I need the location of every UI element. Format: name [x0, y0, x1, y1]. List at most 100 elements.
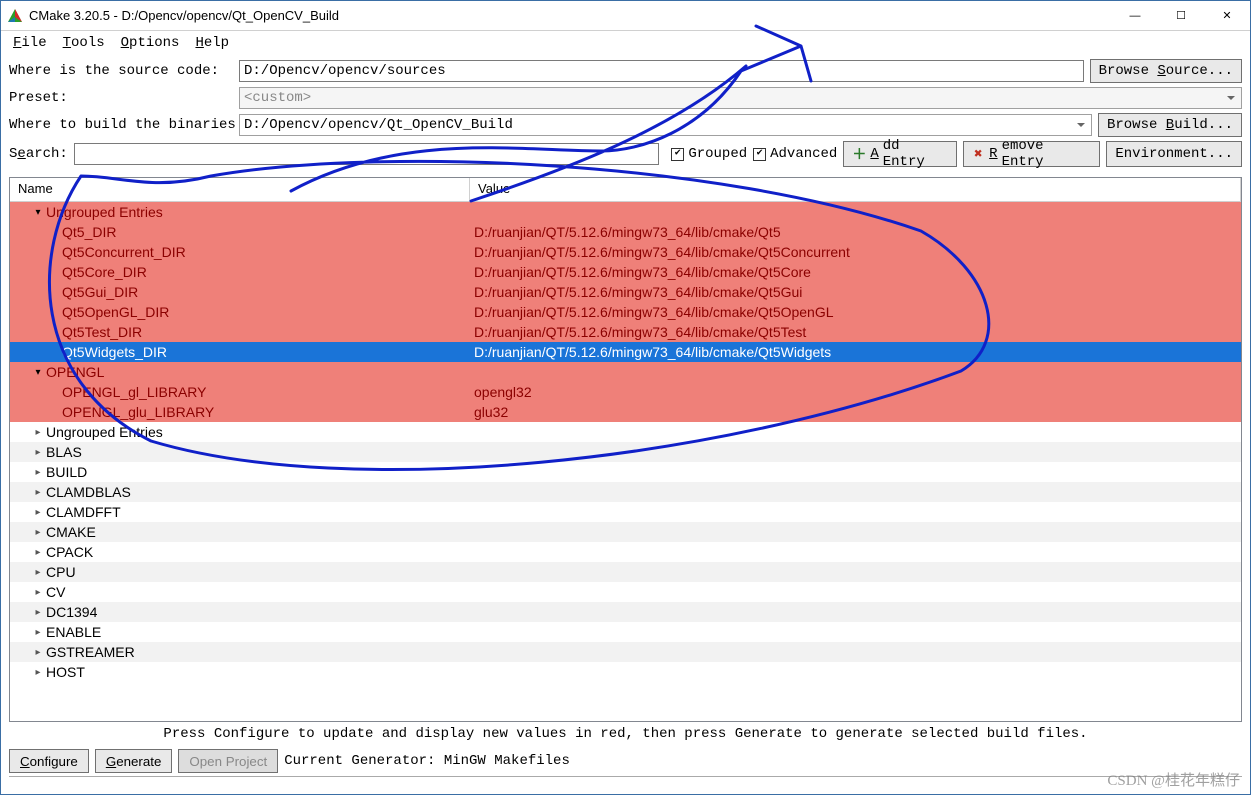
entry-name: CLAMDFFT [46, 504, 121, 520]
search-label: Search: [9, 146, 68, 162]
group-BLAS[interactable]: BLAS [10, 442, 1241, 462]
entry-name: Qt5Gui_DIR [62, 284, 138, 300]
entry-name: Ungrouped Entries [46, 204, 163, 220]
entry-value: D:/ruanjian/QT/5.12.6/mingw73_64/lib/cma… [470, 284, 1241, 300]
expand-caret-icon[interactable] [30, 527, 46, 538]
source-label: Where is the source code: [9, 63, 233, 79]
group-opengl[interactable]: OPENGL [10, 362, 1241, 382]
group-CMAKE[interactable]: CMAKE [10, 522, 1241, 542]
group-ungrouped-new[interactable]: Ungrouped Entries [10, 202, 1241, 222]
entry-name: CV [46, 584, 65, 600]
group-DC1394[interactable]: DC1394 [10, 602, 1241, 622]
source-path-input[interactable]: D:/Opencv/opencv/sources [239, 60, 1084, 82]
expand-caret-icon[interactable] [30, 427, 46, 438]
expand-caret-icon[interactable] [30, 607, 46, 618]
search-input[interactable] [74, 143, 659, 165]
expand-caret-icon[interactable] [30, 647, 46, 658]
expand-caret-icon[interactable] [30, 507, 46, 518]
entry-Qt5Gui_DIR[interactable]: Qt5Gui_DIR D:/ruanjian/QT/5.12.6/mingw73_… [10, 282, 1241, 302]
entry-Qt5Concurrent_DIR[interactable]: Qt5Concurrent_DIR D:/ruanjian/QT/5.12.6/m… [10, 242, 1241, 262]
entry-Qt5_DIR[interactable]: Qt5_DIR D:/ruanjian/QT/5.12.6/mingw73_64/… [10, 222, 1241, 242]
column-name-header[interactable]: Name [10, 178, 470, 201]
group-CLAMDBLAS[interactable]: CLAMDBLAS [10, 482, 1241, 502]
entry-name: CPU [46, 564, 76, 580]
expand-caret-icon[interactable] [30, 467, 46, 478]
menu-file[interactable]: File [7, 33, 53, 53]
entry-name: ENABLE [46, 624, 101, 640]
entry-value: D:/ruanjian/QT/5.12.6/mingw73_64/lib/cma… [470, 224, 1241, 240]
entry-Qt5Widgets_DIR[interactable]: Qt5Widgets_DIRD:/ruanjian/QT/5.12.6/ming… [10, 342, 1241, 362]
entry-name: Ungrouped Entries [46, 424, 163, 440]
open-project-button[interactable]: Open Project [178, 749, 278, 773]
entry-Qt5Test_DIR[interactable]: Qt5Test_DIRD:/ruanjian/QT/5.12.6/mingw73… [10, 322, 1241, 342]
entry-name: DC1394 [46, 604, 97, 620]
expand-caret-icon[interactable] [30, 367, 46, 378]
group-GSTREAMER[interactable]: GSTREAMER [10, 642, 1241, 662]
entry-Qt5Core_DIR[interactable]: Qt5Core_DIR D:/ruanjian/QT/5.12.6/mingw73… [10, 262, 1241, 282]
cache-tree: Name Value Ungrouped Entries Qt5_DIR D:/ru… [9, 177, 1242, 722]
expand-caret-icon[interactable] [30, 627, 46, 638]
browse-build-button[interactable]: Browse Build... [1098, 113, 1242, 137]
grouped-checkbox[interactable]: ✔Grouped [671, 146, 747, 162]
build-label: Where to build the binaries: [9, 117, 233, 133]
generate-button[interactable]: Generate [95, 749, 173, 773]
group-CLAMDFFT[interactable]: CLAMDFFT [10, 502, 1241, 522]
entry-name: BLAS [46, 444, 82, 460]
entry-value: D:/ruanjian/QT/5.12.6/mingw73_64/lib/cma… [470, 244, 1241, 260]
tree-body[interactable]: Ungrouped Entries Qt5_DIR D:/ruanjian/QT/5… [10, 202, 1241, 721]
entry-name: CPACK [46, 544, 93, 560]
browse-source-button[interactable]: Browse Source... [1090, 59, 1242, 83]
group-CPACK[interactable]: CPACK [10, 542, 1241, 562]
entry-value: D:/ruanjian/QT/5.12.6/mingw73_64/lib/cma… [470, 264, 1241, 280]
bottom-toolbar: Configure Generate Open Project Current … [1, 746, 1250, 776]
menu-help[interactable]: Help [189, 33, 235, 53]
group-HOST[interactable]: HOST [10, 662, 1241, 682]
entry-OPENGL_glu_LIBRARY[interactable]: OPENGL_glu_LIBRARY glu32 [10, 402, 1241, 422]
group-ENABLE[interactable]: ENABLE [10, 622, 1241, 642]
expand-caret-icon[interactable] [30, 487, 46, 498]
entry-Qt5OpenGL_DIR[interactable]: Qt5OpenGL_DIRD:/ruanjian/QT/5.12.6/mingw… [10, 302, 1241, 322]
x-icon: ✖ [972, 147, 986, 161]
hint-text: Press Configure to update and display ne… [1, 722, 1250, 746]
output-preview [9, 776, 1242, 794]
entry-name: HOST [46, 664, 85, 680]
entry-OPENGL_gl_LIBRARY[interactable]: OPENGL_gl_LIBRARYopengl32 [10, 382, 1241, 402]
entry-name: CLAMDBLAS [46, 484, 131, 500]
group-Ungrouped-Entries[interactable]: Ungrouped Entries [10, 422, 1241, 442]
expand-caret-icon[interactable] [30, 207, 46, 218]
add-entry-button[interactable]: ＋Add Entry [843, 141, 956, 167]
entry-value: D:/ruanjian/QT/5.12.6/mingw73_64/lib/cma… [470, 344, 1241, 360]
entry-name: OPENGL [46, 364, 104, 380]
advanced-checkbox[interactable]: ✔Advanced [753, 146, 837, 162]
expand-caret-icon[interactable] [30, 587, 46, 598]
configure-button[interactable]: Configure [9, 749, 89, 773]
entry-value: D:/ruanjian/QT/5.12.6/mingw73_64/lib/cma… [470, 304, 1241, 320]
remove-entry-button[interactable]: ✖Remove Entry [963, 141, 1101, 167]
preset-label: Preset: [9, 90, 233, 106]
preset-combo[interactable]: <custom> [239, 87, 1242, 109]
maximize-button[interactable]: ☐ [1158, 1, 1204, 31]
expand-caret-icon[interactable] [30, 447, 46, 458]
titlebar: CMake 3.20.5 - D:/Opencv/opencv/Qt_OpenC… [1, 1, 1250, 31]
close-button[interactable]: ✕ [1204, 1, 1250, 31]
column-value-header[interactable]: Value [470, 178, 1241, 201]
build-path-input[interactable]: D:/Opencv/opencv/Qt_OpenCV_Build [239, 114, 1092, 136]
entry-name: Qt5Test_DIR [62, 324, 142, 340]
menu-tools[interactable]: Tools [57, 33, 111, 53]
entry-name: BUILD [46, 464, 87, 480]
entry-name: Qt5Core_DIR [62, 264, 147, 280]
menu-options[interactable]: Options [115, 33, 186, 53]
entry-name: Qt5_DIR [62, 224, 116, 240]
expand-caret-icon[interactable] [30, 567, 46, 578]
expand-caret-icon[interactable] [30, 547, 46, 558]
current-generator-label: Current Generator: MinGW Makefiles [284, 753, 570, 769]
expand-caret-icon[interactable] [30, 667, 46, 678]
group-CPU[interactable]: CPU [10, 562, 1241, 582]
entry-name: OPENGL_glu_LIBRARY [62, 404, 214, 420]
group-CV[interactable]: CV [10, 582, 1241, 602]
group-BUILD[interactable]: BUILD [10, 462, 1241, 482]
environment-button[interactable]: Environment... [1106, 141, 1242, 167]
entry-name: Qt5Concurrent_DIR [62, 244, 186, 260]
entry-value: glu32 [470, 404, 1241, 420]
minimize-button[interactable]: — [1112, 1, 1158, 31]
